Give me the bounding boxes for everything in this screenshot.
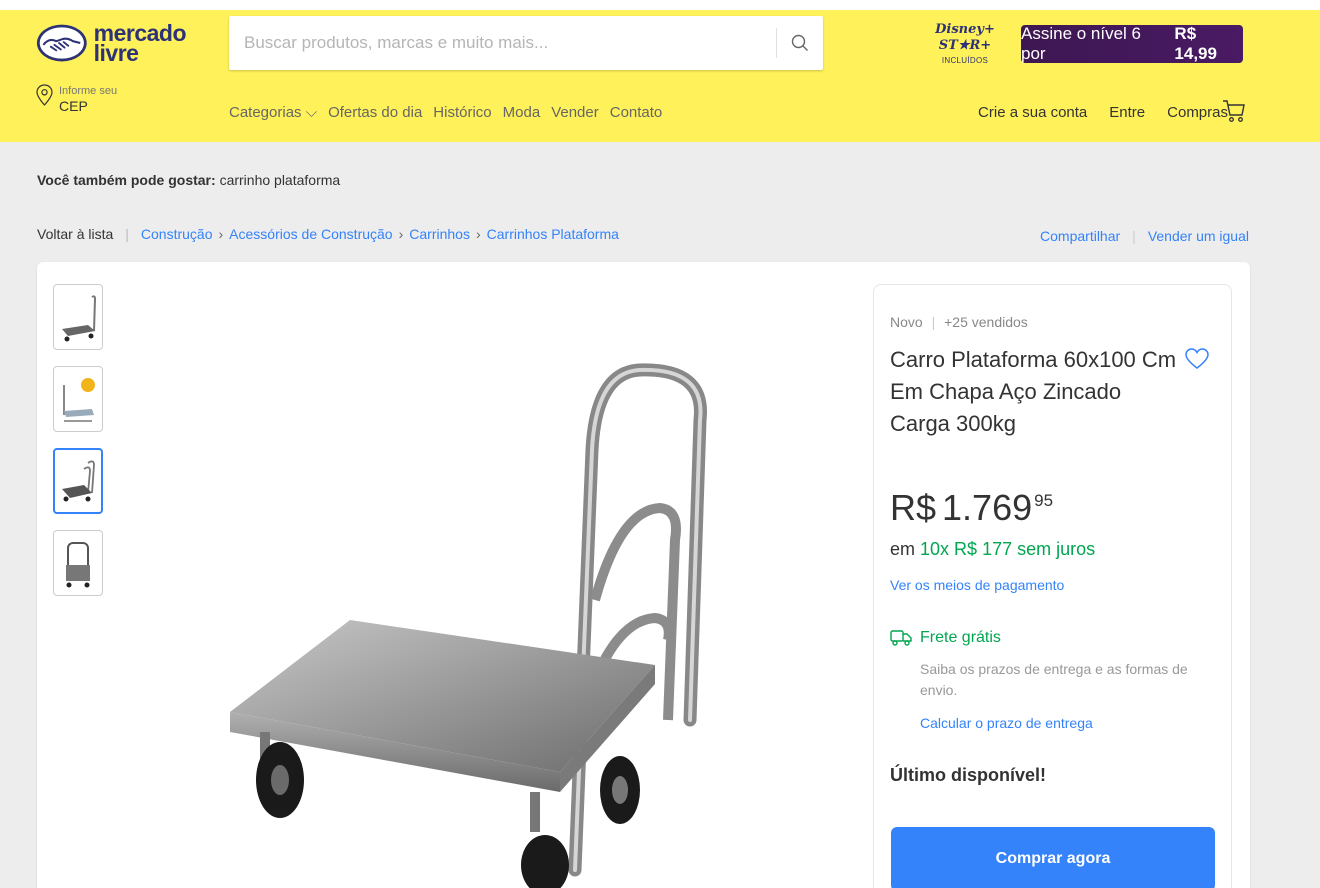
- thumbnail-2[interactable]: [53, 366, 103, 432]
- nav-history[interactable]: Histórico: [433, 104, 491, 121]
- account-nav: Crie a sua conta Entre Compras: [956, 104, 1228, 121]
- cep-label: CEP: [59, 98, 88, 114]
- condition-label: Novo: [890, 314, 923, 330]
- price-integer: 1.769: [942, 487, 1033, 528]
- main-nav: Categorias ⌵ Ofertas do dia Histórico Mo…: [229, 104, 673, 121]
- header-top-strip: [0, 0, 1320, 10]
- promo-partner-sub: INCLUÍDOS: [941, 56, 989, 65]
- product-title: Carro Plataforma 60x100 Cm Em Chapa Aço …: [890, 347, 1177, 436]
- breadcrumb-item-acessorios[interactable]: Acessórios de Construção: [229, 226, 392, 242]
- price-currency: R$: [890, 487, 937, 528]
- promo-cta-price: R$ 14,99: [1174, 24, 1217, 63]
- cart-front-thumbnail-image: [66, 542, 90, 588]
- payment-methods-link[interactable]: Ver os meios de pagamento: [890, 577, 1064, 593]
- chevron-right-icon: ›: [398, 226, 404, 242]
- thumbnail-list: [53, 284, 105, 612]
- cep-prompt: Informe seu: [59, 85, 118, 97]
- cart-thumbnail-image: [62, 295, 97, 342]
- subscribe-level-button[interactable]: Assine o nível 6 por R$ 14,99: [1021, 24, 1243, 63]
- sold-count: +25 vendidos: [944, 314, 1028, 330]
- buy-box: Novo | +25 vendidos Carro Plataforma 60x…: [873, 284, 1232, 888]
- promo-cta-text: Assine o nível 6 por: [1021, 24, 1142, 63]
- nav-contact[interactable]: Contato: [610, 104, 663, 121]
- promo-partner-name: Disney+ ST★R+: [935, 22, 995, 53]
- cart-angle-thumbnail-image: [62, 460, 95, 502]
- search-button[interactable]: [777, 16, 823, 70]
- free-shipping-label: Frete grátis: [920, 629, 1001, 646]
- heart-favorite-icon[interactable]: [1185, 348, 1209, 370]
- installments: em 10x R$ 177 sem juros: [890, 539, 1095, 560]
- chevron-right-icon: ›: [218, 226, 224, 242]
- condition-separator: |: [931, 314, 936, 330]
- share-separator: |: [1132, 228, 1136, 244]
- calculate-shipping-link[interactable]: Calcular o prazo de entrega: [920, 715, 1093, 731]
- installments-value: 10x R$ 177 sem juros: [920, 539, 1096, 559]
- logo-text: mercado livre: [93, 22, 187, 66]
- suggestion-line: Você também pode gostar: carrinho plataf…: [37, 172, 340, 188]
- search-input[interactable]: [229, 16, 776, 70]
- cep-location[interactable]: Informe seu CEP: [36, 84, 117, 113]
- stock-status: Último disponível!: [890, 765, 1047, 785]
- breadcrumb-item-construcao[interactable]: Construção: [141, 226, 213, 242]
- shipping-description: Saiba os prazos de entrega e as formas d…: [920, 661, 1188, 698]
- back-to-list-link[interactable]: Voltar à lista: [37, 226, 113, 242]
- breadcrumb-item-carrinhos-plataforma[interactable]: Carrinhos Plataforma: [487, 226, 619, 242]
- breadcrumb-item-carrinhos[interactable]: Carrinhos: [409, 226, 470, 242]
- share-link[interactable]: Compartilhar: [1040, 228, 1120, 244]
- purchases-link[interactable]: Compras: [1167, 104, 1228, 121]
- share-actions: Compartilhar | Vender um igual: [1040, 228, 1249, 244]
- nav-categories[interactable]: Categorias ⌵: [229, 104, 317, 121]
- breadcrumb-separator: |: [125, 226, 129, 242]
- truck-icon: [890, 630, 912, 646]
- suggestion-label: Você também pode gostar:: [37, 172, 216, 188]
- logo-line2: livre: [93, 40, 139, 66]
- suggestion-term[interactable]: carrinho plataforma: [220, 172, 341, 188]
- sell-same-link[interactable]: Vender um igual: [1148, 228, 1249, 244]
- product-price: R$ 1.769 95: [890, 487, 1053, 529]
- cep-text: Informe seu CEP: [59, 84, 117, 113]
- search-bar: [229, 16, 823, 70]
- site-header: mercado livre Disney+ ST★R+ INCLUÍDOS As…: [0, 0, 1320, 142]
- condition-sold: Novo | +25 vendidos: [890, 314, 1028, 330]
- price-cents: 95: [1034, 491, 1054, 510]
- thumbnail-4[interactable]: [53, 530, 103, 596]
- chevron-right-icon: ›: [475, 226, 481, 242]
- buy-now-button[interactable]: Comprar agora: [891, 827, 1215, 888]
- search-icon: [791, 34, 808, 51]
- create-account-link[interactable]: Crie a sua conta: [978, 104, 1087, 121]
- breadcrumb: Voltar à lista | Construção › Acessórios…: [37, 226, 619, 242]
- disney-star-promo[interactable]: Disney+ ST★R+ INCLUÍDOS: [917, 22, 1013, 66]
- thumbnail-3-selected[interactable]: [53, 448, 103, 514]
- cart-icon[interactable]: [1222, 98, 1246, 124]
- mercado-livre-logo[interactable]: mercado livre: [36, 18, 187, 68]
- thumbnail-1[interactable]: [53, 284, 103, 350]
- cart-dimensions-thumbnail-image: [63, 378, 95, 422]
- login-link[interactable]: Entre: [1109, 104, 1145, 121]
- nav-offers[interactable]: Ofertas do dia: [328, 104, 422, 121]
- nav-sell[interactable]: Vender: [551, 104, 599, 121]
- page-scrollbar[interactable]: [1302, 142, 1320, 888]
- installments-prefix: em: [890, 539, 916, 559]
- handshake-logo-icon: [36, 24, 87, 62]
- location-pin-icon: [36, 84, 53, 106]
- nav-fashion[interactable]: Moda: [503, 104, 541, 121]
- product-main-image[interactable]: [200, 340, 760, 888]
- shipping-row: Frete grátis: [890, 629, 1001, 647]
